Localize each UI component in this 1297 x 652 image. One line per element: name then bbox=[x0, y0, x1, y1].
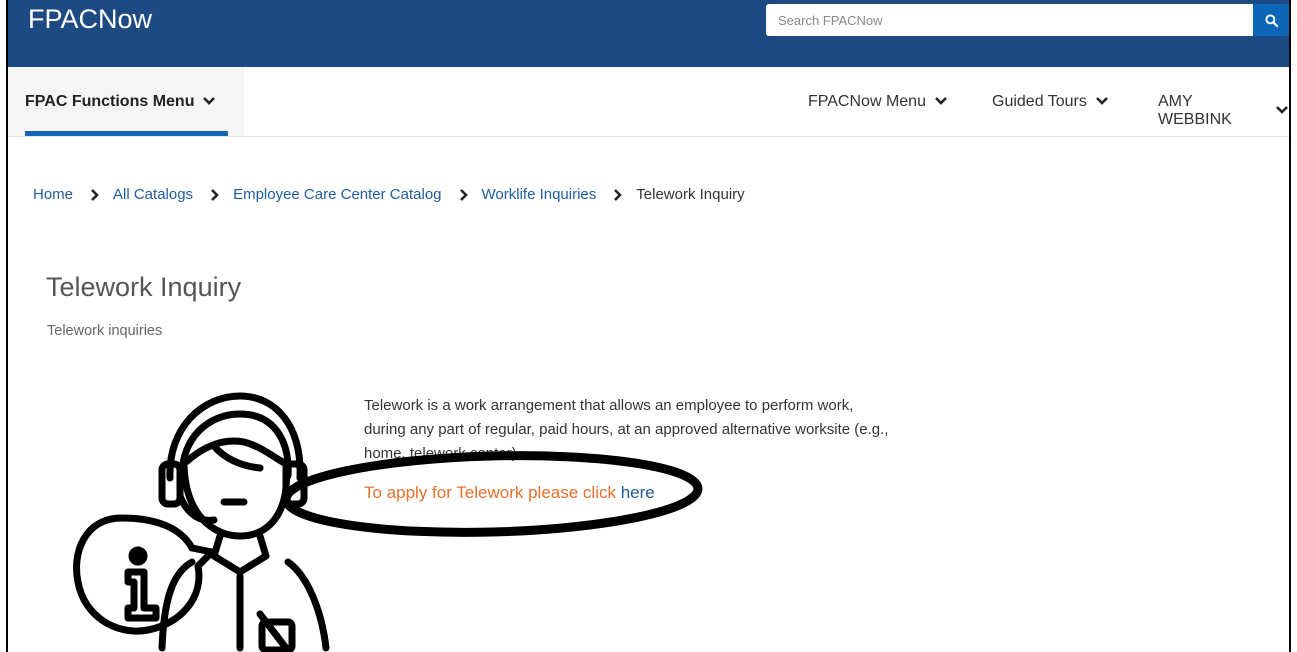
page-title: Telework Inquiry bbox=[46, 272, 242, 302]
support-agent-illustration bbox=[73, 392, 330, 652]
user-menu-button[interactable]: AMY WEBBINK bbox=[1158, 93, 1289, 129]
top-bar: FPACNow bbox=[8, 0, 1289, 67]
telework-description: Telework is a work arrangement that allo… bbox=[364, 394, 964, 466]
fpacnow-menu-label: FPACNow Menu bbox=[808, 93, 926, 110]
main-navbar: FPAC Functions Menu FPACNow Menu Guided … bbox=[8, 67, 1289, 137]
functions-menu-button[interactable]: FPAC Functions Menu bbox=[25, 93, 216, 111]
guided-tours-button[interactable]: Guided Tours bbox=[992, 93, 1109, 111]
chevron-right-icon bbox=[210, 188, 220, 202]
breadcrumb-worklife-inquiries[interactable]: Worklife Inquiries bbox=[482, 186, 597, 203]
breadcrumb-current: Telework Inquiry bbox=[636, 186, 745, 203]
breadcrumb-all-catalogs[interactable]: All Catalogs bbox=[113, 186, 193, 203]
search-input[interactable] bbox=[766, 4, 1253, 36]
guided-tours-label: Guided Tours bbox=[992, 93, 1087, 110]
chevron-down-icon bbox=[934, 93, 948, 111]
description-line: home, telework center). bbox=[364, 445, 521, 462]
chevron-right-icon bbox=[459, 188, 469, 202]
chevron-right-icon bbox=[90, 188, 100, 202]
chevron-down-icon bbox=[1095, 93, 1109, 111]
chevron-right-icon bbox=[613, 188, 623, 202]
user-name: AMY WEBBINK bbox=[1158, 93, 1232, 128]
browser-frame: FPACNow FPAC Functions Menu FPACNow Menu bbox=[6, 0, 1291, 652]
description-line: during any part of regular, paid hours, … bbox=[364, 421, 889, 438]
search-button[interactable] bbox=[1253, 4, 1289, 36]
brand-logo[interactable]: FPACNow bbox=[28, 4, 152, 35]
page-subtitle: Telework inquiries bbox=[47, 323, 163, 339]
description-line: Telework is a work arrangement that allo… bbox=[364, 397, 854, 414]
chevron-down-icon bbox=[1275, 102, 1289, 120]
breadcrumb: Home All Catalogs Employee Care Center C… bbox=[33, 186, 745, 203]
chevron-down-icon bbox=[202, 93, 216, 111]
apply-telework-link[interactable]: here bbox=[621, 483, 655, 502]
apply-telework-label: To apply for Telework please click bbox=[364, 483, 621, 502]
functions-menu-tab[interactable]: FPAC Functions Menu bbox=[8, 67, 244, 136]
fpacnow-menu-button[interactable]: FPACNow Menu bbox=[808, 93, 948, 111]
apply-telework-text: To apply for Telework please click here bbox=[364, 483, 655, 503]
breadcrumb-home[interactable]: Home bbox=[33, 186, 73, 203]
functions-menu-label: FPAC Functions Menu bbox=[25, 93, 195, 110]
active-tab-indicator bbox=[25, 131, 228, 136]
breadcrumb-employee-care-center-catalog[interactable]: Employee Care Center Catalog bbox=[233, 186, 441, 203]
search-icon bbox=[1264, 13, 1278, 27]
